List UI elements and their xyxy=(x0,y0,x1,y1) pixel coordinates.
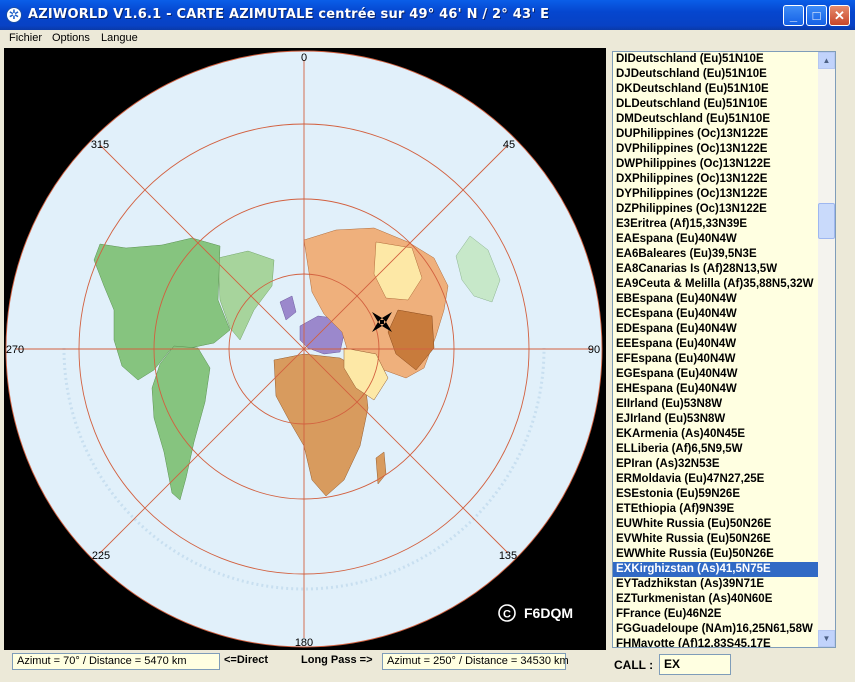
call-input[interactable]: EX xyxy=(659,654,731,675)
list-item[interactable]: DMDeutschland (Eu)51N10E xyxy=(613,112,835,127)
list-item[interactable]: EYTadzhikstan (As)39N71E xyxy=(613,577,835,592)
list-item[interactable]: EGEspana (Eu)40N4W xyxy=(613,367,835,382)
list-item[interactable]: DVPhilippines (Oc)13N122E xyxy=(613,142,835,157)
window-title: AZIWORLD V1.6.1 - CARTE AZIMUTALE centré… xyxy=(28,7,550,22)
menu-options[interactable]: Options xyxy=(52,32,90,44)
prefix-list-items: DIDeutschland (Eu)51N10E DJDeutschland (E… xyxy=(613,52,835,647)
bearing-label-315: 315 xyxy=(91,139,109,151)
app-globe-icon[interactable]: ✲ xyxy=(6,7,22,23)
list-item[interactable]: EA9Ceuta & Melilla (Af)35,88N5,32W xyxy=(613,277,835,292)
long-pass-field: Azimut = 250° / Distance = 34530 km xyxy=(382,653,569,670)
list-item[interactable]: FGGuadeloupe (NAm)16,25N61,58W xyxy=(613,622,835,637)
list-item[interactable]: ETEthiopia (Af)9N39E xyxy=(613,502,835,517)
status-bar: Azimut = 70° / Distance = 5470 km <=Dire… xyxy=(0,650,855,682)
list-item[interactable]: EEEspana (Eu)40N4W xyxy=(613,337,835,352)
copyright-symbol: C xyxy=(503,609,511,621)
list-item[interactable]: DWPhilippines (Oc)13N122E xyxy=(613,157,835,172)
list-item[interactable]: EA6Baleares (Eu)39,5N3E xyxy=(613,247,835,262)
list-scrollbar[interactable]: ▲ ▼ xyxy=(818,52,835,647)
list-item[interactable]: EBEspana (Eu)40N4W xyxy=(613,292,835,307)
bearing-label-0: 0 xyxy=(301,52,307,64)
list-item[interactable]: EIIrland (Eu)53N8W xyxy=(613,397,835,412)
list-item[interactable]: DIDeutschland (Eu)51N10E xyxy=(613,52,835,67)
scroll-up-button[interactable]: ▲ xyxy=(818,52,835,69)
bearing-label-225: 225 xyxy=(92,550,110,562)
map-canvas[interactable]: 0 45 90 135 180 225 270 315 C F6DQM xyxy=(4,48,606,650)
maximize-button[interactable]: □ xyxy=(806,5,827,26)
list-item[interactable]: DXPhilippines (Oc)13N122E xyxy=(613,172,835,187)
minimize-button[interactable]: _ xyxy=(783,5,804,26)
list-item[interactable]: E3Eritrea (Af)15,33N39E xyxy=(613,217,835,232)
list-item[interactable]: EUWhite Russia (Eu)50N26E xyxy=(613,517,835,532)
list-item[interactable]: ECEspana (Eu)40N4W xyxy=(613,307,835,322)
list-item[interactable]: FFrance (Eu)46N2E xyxy=(613,607,835,622)
long-pass-label: Long Pass => xyxy=(301,654,373,666)
bearing-label-270: 270 xyxy=(6,344,24,356)
call-label: CALL : xyxy=(614,658,654,672)
scroll-thumb[interactable] xyxy=(818,203,835,239)
list-item[interactable]: EAEspana (Eu)40N4W xyxy=(613,232,835,247)
menu-fichier[interactable]: Fichier xyxy=(9,32,42,44)
list-item[interactable]: EFEspana (Eu)40N4W xyxy=(613,352,835,367)
bearing-label-180: 180 xyxy=(295,637,313,649)
list-item[interactable]: DYPhilippines (Oc)13N122E xyxy=(613,187,835,202)
list-item[interactable]: EA8Canarias Is (Af)28N13,5W xyxy=(613,262,835,277)
list-item[interactable]: EJIrland (Eu)53N8W xyxy=(613,412,835,427)
list-item[interactable]: EPIran (As)32N53E xyxy=(613,457,835,472)
list-item[interactable]: DUPhilippines (Oc)13N122E xyxy=(613,127,835,142)
bearing-label-45: 45 xyxy=(503,139,515,151)
list-item[interactable]: ESEstonia (Eu)59N26E xyxy=(613,487,835,502)
list-item[interactable]: EXKirghizstan (As)41,5N75E xyxy=(613,562,835,577)
close-button[interactable]: ✕ xyxy=(829,5,850,26)
list-item[interactable]: DJDeutschland (Eu)51N10E xyxy=(613,67,835,82)
bearing-label-135: 135 xyxy=(499,550,517,562)
list-item[interactable]: EHEspana (Eu)40N4W xyxy=(613,382,835,397)
list-item[interactable]: DLDeutschland (Eu)51N10E xyxy=(613,97,835,112)
menu-bar: Fichier Options Langue xyxy=(0,30,855,48)
menu-langue[interactable]: Langue xyxy=(101,32,138,44)
list-item[interactable]: FHMayotte (Af)12.83S45.17E xyxy=(613,637,835,647)
list-item[interactable]: EKArmenia (As)40N45E xyxy=(613,427,835,442)
list-item[interactable]: EVWhite Russia (Eu)50N26E xyxy=(613,532,835,547)
direct-path-field: Azimut = 70° / Distance = 5470 km xyxy=(12,653,220,670)
prefix-listbox[interactable]: DIDeutschland (Eu)51N10E DJDeutschland (E… xyxy=(612,51,836,648)
bearing-label-90: 90 xyxy=(588,344,600,356)
list-item[interactable]: EDEspana (Eu)40N4W xyxy=(613,322,835,337)
scroll-down-button[interactable]: ▼ xyxy=(818,630,835,647)
list-item[interactable]: ELLiberia (Af)6,5N9,5W xyxy=(613,442,835,457)
list-item[interactable]: EWWhite Russia (Eu)50N26E xyxy=(613,547,835,562)
list-item[interactable]: DKDeutschland (Eu)51N10E xyxy=(613,82,835,97)
list-item[interactable]: DZPhilippines (Oc)13N122E xyxy=(613,202,835,217)
list-item[interactable]: ERMoldavia (Eu)47N27,25E xyxy=(613,472,835,487)
copyright-callsign: F6DQM xyxy=(524,605,573,621)
list-item[interactable]: EZTurkmenistan (As)40N60E xyxy=(613,592,835,607)
title-bar: ✲ AZIWORLD V1.6.1 - CARTE AZIMUTALE cent… xyxy=(0,0,855,30)
azimuthal-map[interactable]: 0 45 90 135 180 225 270 315 C F6DQM xyxy=(4,48,606,650)
direct-label: <=Direct xyxy=(224,654,269,666)
